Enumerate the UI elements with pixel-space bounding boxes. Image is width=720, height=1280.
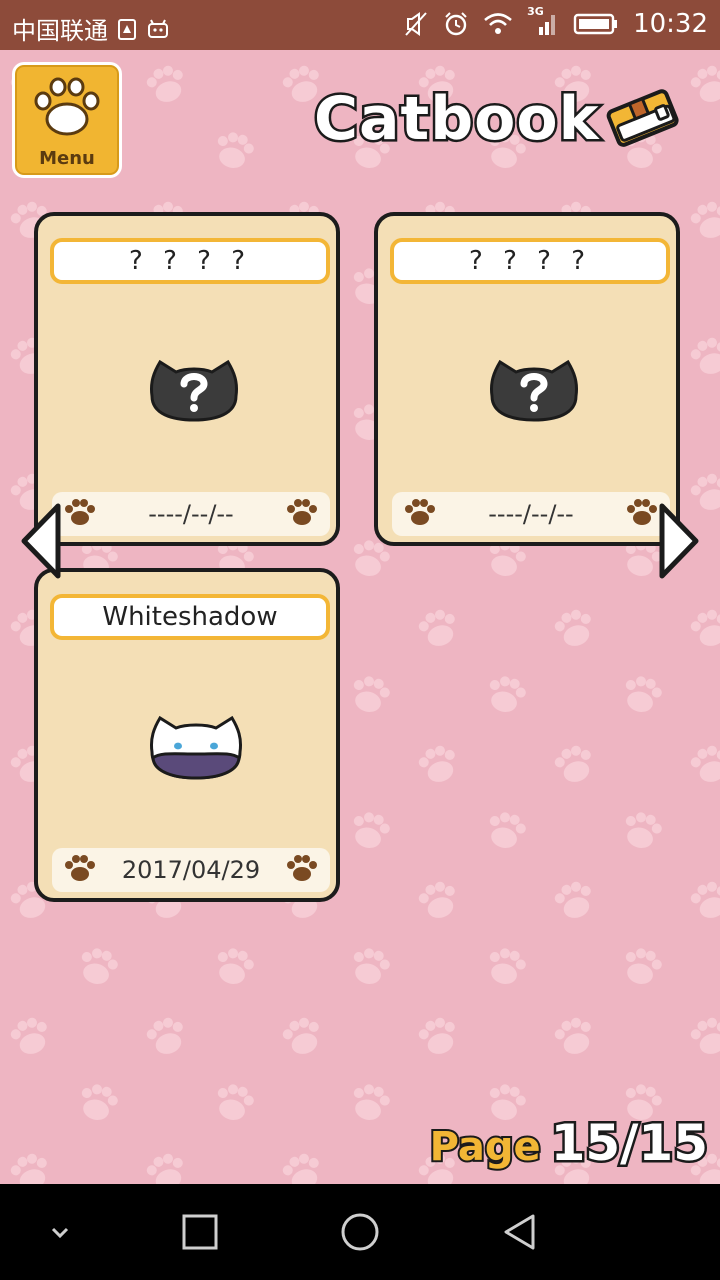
catbook-screen: Menu Catbook ? ? ? ? ----/--/-- ? ? ? ? …	[0, 50, 720, 1184]
alarm-icon	[443, 11, 469, 37]
sim-warning-icon	[116, 17, 138, 41]
carrier-label: 中国联通	[12, 17, 108, 45]
recents-icon[interactable]	[180, 1212, 220, 1252]
paw-icon	[34, 77, 100, 136]
cat-name: ? ? ? ?	[50, 238, 330, 284]
paw-icon	[287, 855, 317, 881]
android-icon	[146, 17, 170, 41]
battery-icon	[573, 12, 619, 36]
status-bar: 中国联通 3G 10:32	[0, 0, 720, 50]
wifi-icon	[483, 12, 513, 36]
network-type-label: 3G	[527, 5, 544, 18]
page-number: 15/15	[548, 1112, 710, 1175]
page-indicator: Page 15/15	[428, 1112, 711, 1175]
system-nav-bar	[0, 1184, 720, 1280]
catbook-icon	[606, 89, 679, 147]
unknown-cat-icon	[150, 359, 238, 422]
page-title: Catbook	[312, 82, 601, 157]
previous-page-arrow[interactable]	[18, 502, 64, 580]
back-icon[interactable]	[500, 1212, 540, 1252]
cat-name: Whiteshadow	[50, 594, 330, 640]
menu-button[interactable]: Menu	[12, 62, 122, 178]
card-footer: ----/--/--	[52, 492, 330, 536]
collapse-icon[interactable]	[40, 1212, 80, 1252]
paw-icon	[287, 499, 317, 525]
cat-card[interactable]: ? ? ? ? ----/--/--	[34, 212, 340, 546]
whiteshadow-cat-icon	[150, 715, 242, 780]
next-page-arrow[interactable]	[656, 502, 702, 580]
menu-label: Menu	[39, 148, 95, 169]
home-icon[interactable]	[340, 1212, 380, 1252]
clock: 10:32	[633, 9, 708, 39]
cat-name: ? ? ? ?	[390, 238, 670, 284]
card-footer: 2017/04/29	[52, 848, 330, 892]
unknown-cat-icon	[490, 359, 578, 422]
cat-card[interactable]: ? ? ? ? ----/--/--	[374, 212, 680, 546]
paw-icon	[627, 499, 657, 525]
signal-icon: 3G	[527, 5, 559, 37]
page-label: Page	[428, 1122, 543, 1172]
mute-icon	[403, 11, 429, 37]
cat-card[interactable]: Whiteshadow 2017/04/29	[34, 568, 340, 902]
card-footer: ----/--/--	[392, 492, 670, 536]
